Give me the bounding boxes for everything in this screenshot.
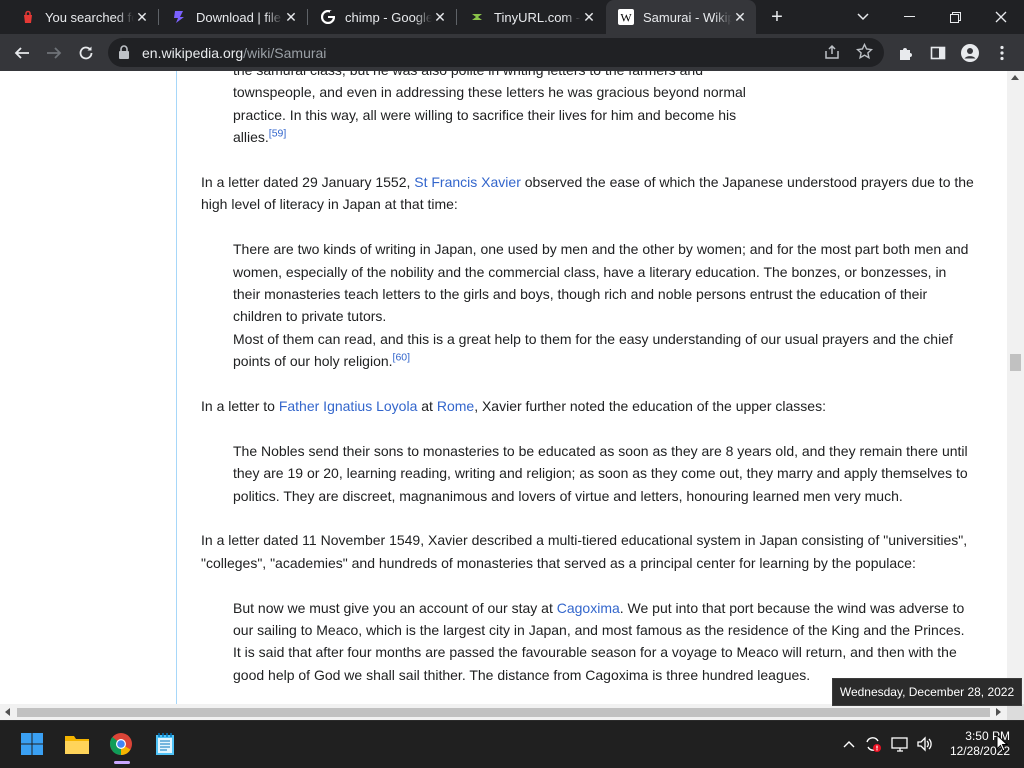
content-border [176, 71, 177, 704]
quote-text: There are two kinds of writing in Japan,… [233, 241, 969, 325]
forward-arrow-icon[interactable] [40, 39, 68, 67]
url-path: /wiki/Samurai [243, 45, 327, 61]
close-tab-icon[interactable]: ✕ [732, 9, 748, 25]
wikipedia-icon: W [618, 9, 634, 25]
vertical-scroll-thumb[interactable] [1010, 354, 1021, 371]
close-tab-icon[interactable]: ✕ [432, 9, 448, 25]
notepad-icon[interactable] [150, 729, 180, 759]
paragraph-text: , Xavier further noted the education of … [474, 398, 826, 415]
quote-line: allies.[59] [233, 126, 766, 148]
tab-tinyurl[interactable]: TinyURL.com - s ✕ [457, 0, 605, 34]
extensions-puzzle-icon[interactable] [892, 39, 920, 67]
restore-icon[interactable] [932, 0, 978, 34]
file-explorer-icon[interactable] [62, 729, 92, 759]
close-tab-icon[interactable]: ✕ [581, 9, 597, 25]
tab-title: Download | file. [196, 9, 283, 25]
scroll-up-arrow-icon[interactable] [1011, 75, 1019, 80]
share-icon[interactable] [824, 44, 840, 65]
show-hidden-icons-chevron-icon[interactable] [840, 735, 858, 753]
quote-text: The Nobles send their sons to monasterie… [233, 442, 968, 504]
paragraph-xavier-letter: In a letter dated 29 January 1552, St Fr… [201, 171, 991, 216]
date-tooltip: Wednesday, December 28, 2022 [832, 678, 1022, 706]
article-body: the samurai class, but he was also polit… [201, 71, 991, 686]
tinyurl-icon [469, 9, 485, 25]
scrollbar-corner [1007, 704, 1024, 720]
link-father-ignatius-loyola[interactable]: Father Ignatius Loyola [279, 398, 418, 414]
bookmark-star-icon[interactable] [855, 42, 874, 65]
reload-icon[interactable] [72, 39, 100, 67]
tab-download-file[interactable]: Download | file. ✕ [159, 0, 307, 34]
quote-text: Most of them can read, and this is a gre… [233, 328, 971, 373]
tab-samurai-wikipedia[interactable]: W Samurai - Wikip ✕ [606, 0, 756, 34]
windows-taskbar: 3:50 PM 12/28/2022 [0, 720, 1024, 768]
lock-icon[interactable] [118, 45, 130, 64]
blockquote-cagoxima: But now we must give you an account of o… [201, 597, 991, 687]
side-panel-icon[interactable] [924, 39, 952, 67]
link-cagoxima[interactable]: Cagoxima [557, 600, 620, 616]
blockquote-59: the samurai class, but he was also polit… [201, 71, 786, 149]
google-icon [320, 9, 336, 25]
url-text: en.wikipedia.org/wiki/Samurai [142, 45, 326, 61]
page-viewport: the samurai class, but he was also polit… [0, 71, 1024, 704]
url-domain: en.wikipedia.org [142, 45, 244, 61]
windows-start-icon[interactable] [17, 729, 47, 759]
paragraph-text: In a letter to [201, 398, 279, 415]
tab-title: chimp - Google [345, 9, 432, 25]
quote-line: townspeople, and even in addressing thes… [233, 84, 746, 101]
address-bar[interactable]: en.wikipedia.org/wiki/Samurai [108, 38, 884, 67]
paragraph-text: at [417, 398, 437, 415]
reference-link-59[interactable]: [59] [269, 128, 287, 140]
close-window-icon[interactable] [978, 0, 1024, 34]
network-icon[interactable] [891, 735, 909, 753]
close-tab-icon[interactable]: ✕ [283, 9, 299, 25]
reference-link-60[interactable]: [60] [393, 352, 411, 364]
tab-title: TinyURL.com - s [494, 9, 581, 25]
quote-line: practice. In this way, all were willing … [233, 106, 737, 123]
scroll-right-arrow-icon[interactable] [996, 708, 1001, 716]
tab-title: Samurai - Wikip [643, 9, 732, 25]
horizontal-scrollbar[interactable] [0, 704, 1007, 720]
svg-text:W: W [620, 11, 632, 25]
sync-alert-icon[interactable] [864, 735, 882, 753]
back-arrow-icon[interactable] [8, 39, 36, 67]
blockquote-nobles: The Nobles send their sons to monasterie… [201, 440, 991, 507]
tab-chimp-google[interactable]: chimp - Google ✕ [308, 0, 456, 34]
chrome-icon[interactable] [106, 729, 136, 759]
tab-search-icon[interactable] [840, 0, 886, 34]
quote-line: the samurai class, but he was also polit… [233, 71, 766, 81]
link-st-francis-xavier[interactable]: St Francis Xavier [414, 174, 521, 190]
mouse-cursor-icon [996, 733, 1009, 757]
quote-text-span: Most of them can read, and this is a gre… [233, 330, 953, 370]
quote-text: allies. [233, 129, 269, 146]
quote-text-span: But now we must give you an account of o… [233, 599, 557, 616]
horizontal-scroll-thumb[interactable] [17, 708, 990, 717]
scroll-left-arrow-icon[interactable] [5, 708, 10, 716]
close-tab-icon[interactable]: ✕ [134, 9, 150, 25]
tab-you-searched[interactable]: You searched for ✕ [8, 0, 158, 34]
paragraph-loyola-letter: In a letter to Father Ignatius Loyola at… [201, 395, 991, 417]
volume-icon[interactable] [916, 735, 934, 753]
profile-avatar-icon[interactable] [956, 39, 984, 67]
link-rome[interactable]: Rome [437, 398, 474, 414]
chrome-active-indicator [114, 761, 130, 764]
red-bag-icon [20, 9, 36, 25]
tab-title: You searched for [45, 9, 134, 25]
menu-kebab-icon[interactable] [988, 39, 1016, 67]
purple-file-icon [171, 9, 187, 25]
paragraph-education-system: In a letter dated 11 November 1549, Xavi… [201, 532, 968, 571]
new-tab-button[interactable]: + [766, 6, 788, 28]
vertical-scrollbar[interactable] [1007, 71, 1024, 704]
paragraph-text: In a letter dated 29 January 1552, [201, 174, 415, 191]
tab-strip: You searched for ✕ Download | file. ✕ ch… [0, 0, 1024, 34]
minimize-icon[interactable] [886, 0, 932, 34]
blockquote-60: There are two kinds of writing in Japan,… [201, 238, 991, 372]
quote-text: But now we must give you an account of o… [233, 597, 971, 687]
browser-toolbar: en.wikipedia.org/wiki/Samurai [0, 34, 1024, 71]
